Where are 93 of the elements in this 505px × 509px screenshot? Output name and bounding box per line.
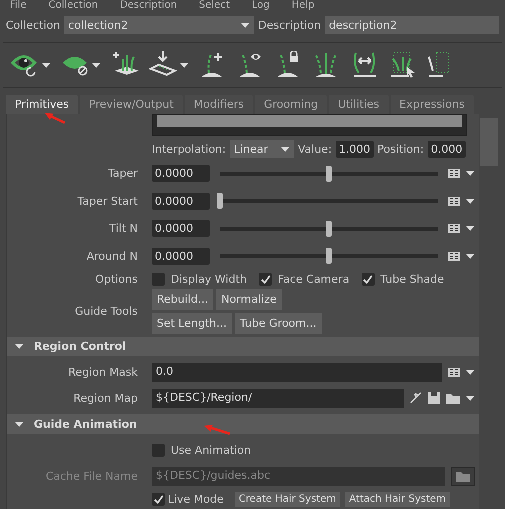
section-header[interactable]: Region Control bbox=[7, 336, 479, 356]
button[interactable]: Normalize bbox=[216, 289, 282, 310]
checkbox[interactable] bbox=[362, 273, 375, 286]
checkbox-label: Live Mode bbox=[168, 492, 224, 506]
folder-button[interactable] bbox=[451, 466, 475, 486]
caret-icon[interactable] bbox=[92, 62, 101, 68]
caret-icon[interactable] bbox=[466, 396, 475, 401]
checkbox[interactable] bbox=[152, 444, 165, 457]
field-label: Cache File Name bbox=[44, 470, 139, 483]
text-field[interactable]: 0.0 bbox=[152, 362, 442, 382]
checkbox[interactable] bbox=[152, 492, 165, 506]
menu-item[interactable]: Help bbox=[292, 0, 315, 12]
slider-thumb[interactable] bbox=[326, 166, 332, 182]
collection-dropdown[interactable]: collection2 bbox=[64, 16, 254, 34]
collapse-triangle-icon[interactable] bbox=[15, 342, 24, 352]
number-field[interactable]: 0.0000 bbox=[152, 165, 210, 182]
caret-icon[interactable] bbox=[466, 254, 475, 259]
interpolation-dropdown[interactable]: Linear bbox=[230, 140, 294, 158]
slider-thumb[interactable] bbox=[326, 220, 332, 237]
caret-icon[interactable] bbox=[466, 171, 475, 176]
annotation-arrow-icon bbox=[44, 112, 66, 124]
caret-icon bbox=[241, 22, 250, 28]
number-field[interactable]: 0.0000 bbox=[152, 220, 210, 238]
tab[interactable]: Modifiers bbox=[184, 95, 254, 114]
slider-thumb[interactable] bbox=[326, 248, 332, 264]
button[interactable]: Attach Hair System bbox=[345, 492, 450, 507]
map-icon[interactable] bbox=[448, 368, 460, 377]
caret-icon[interactable] bbox=[466, 198, 475, 204]
folder-icon bbox=[456, 470, 470, 482]
value-field[interactable]: 1.000 bbox=[336, 140, 374, 158]
checkbox[interactable] bbox=[259, 273, 272, 286]
section-title: Guide Animation bbox=[34, 418, 138, 431]
position-field[interactable]: 0.000 bbox=[428, 140, 466, 158]
tab[interactable]: Expressions bbox=[390, 95, 474, 114]
menu-item[interactable]: Collection bbox=[48, 0, 98, 12]
field-label: Around N bbox=[86, 250, 139, 263]
caret-icon[interactable] bbox=[466, 370, 475, 375]
tab[interactable]: Utilities bbox=[329, 95, 389, 114]
checkbox-label: Use Animation bbox=[171, 444, 252, 457]
caret-icon[interactable] bbox=[42, 62, 51, 68]
caret-icon[interactable] bbox=[180, 62, 189, 68]
menu-item[interactable]: Log bbox=[252, 0, 270, 12]
section-title: Region Control bbox=[34, 340, 126, 354]
menu-item[interactable]: Select bbox=[199, 0, 230, 12]
map-icon[interactable] bbox=[448, 252, 460, 261]
field-label: Options bbox=[94, 273, 139, 286]
ramp-graph[interactable] bbox=[152, 114, 467, 136]
number-field[interactable]: 0.0000 bbox=[152, 248, 210, 265]
field-label: Region Mask bbox=[68, 366, 139, 379]
button[interactable]: Create Hair System bbox=[234, 492, 340, 507]
button[interactable]: Rebuild... bbox=[152, 289, 214, 310]
section-header[interactable]: Guide Animation bbox=[7, 414, 479, 434]
check-icon bbox=[260, 275, 271, 284]
slider-thumb[interactable] bbox=[217, 193, 223, 210]
description-label: Description bbox=[258, 18, 322, 32]
paint-icon[interactable] bbox=[410, 392, 422, 404]
value-label: Value: bbox=[298, 142, 332, 156]
field-label: Taper Start bbox=[76, 194, 139, 208]
position-label: Position: bbox=[378, 142, 424, 156]
menu-item[interactable]: File bbox=[10, 0, 27, 12]
map-icon[interactable] bbox=[448, 196, 460, 206]
caret-icon bbox=[281, 146, 290, 152]
field-label: Taper bbox=[107, 167, 139, 180]
checkbox-label: Tube Shade bbox=[380, 273, 444, 286]
folder-icon[interactable] bbox=[446, 392, 460, 404]
checkbox-label: Display Width bbox=[171, 273, 248, 286]
tab[interactable]: Preview/Output bbox=[80, 95, 183, 114]
interpolation-label: Interpolation: bbox=[152, 142, 226, 156]
field-label: Tilt N bbox=[108, 222, 139, 236]
tab[interactable]: Primitives bbox=[6, 95, 78, 114]
grass-swap-icon[interactable] bbox=[351, 51, 379, 79]
button[interactable]: Set Length... bbox=[152, 313, 232, 334]
map-icon[interactable] bbox=[448, 224, 460, 234]
button[interactable]: Tube Groom... bbox=[235, 313, 322, 334]
field-label: Guide Tools bbox=[74, 305, 139, 318]
annotation-arrow-icon bbox=[203, 425, 231, 435]
check-icon bbox=[363, 275, 374, 284]
collapse-triangle-icon[interactable] bbox=[15, 420, 24, 429]
save-icon[interactable] bbox=[428, 392, 440, 404]
grass-select-icon[interactable] bbox=[389, 51, 417, 79]
map-icon[interactable] bbox=[448, 169, 460, 178]
check-icon bbox=[154, 494, 164, 504]
checkbox[interactable] bbox=[152, 273, 165, 286]
plane-arrow-icon[interactable] bbox=[149, 51, 177, 79]
description-field[interactable]: description2 bbox=[325, 16, 499, 34]
caret-icon[interactable] bbox=[466, 226, 475, 232]
menu-item[interactable]: Description bbox=[120, 0, 178, 12]
tab[interactable]: Grooming bbox=[255, 95, 328, 114]
number-field[interactable]: 0.0000 bbox=[152, 192, 210, 210]
checkbox-label: Face Camera bbox=[278, 273, 350, 286]
field-label: Region Map bbox=[72, 392, 139, 405]
collection-label: Collection bbox=[6, 18, 60, 32]
text-field[interactable]: ${DESC}/Region/ bbox=[152, 388, 404, 408]
